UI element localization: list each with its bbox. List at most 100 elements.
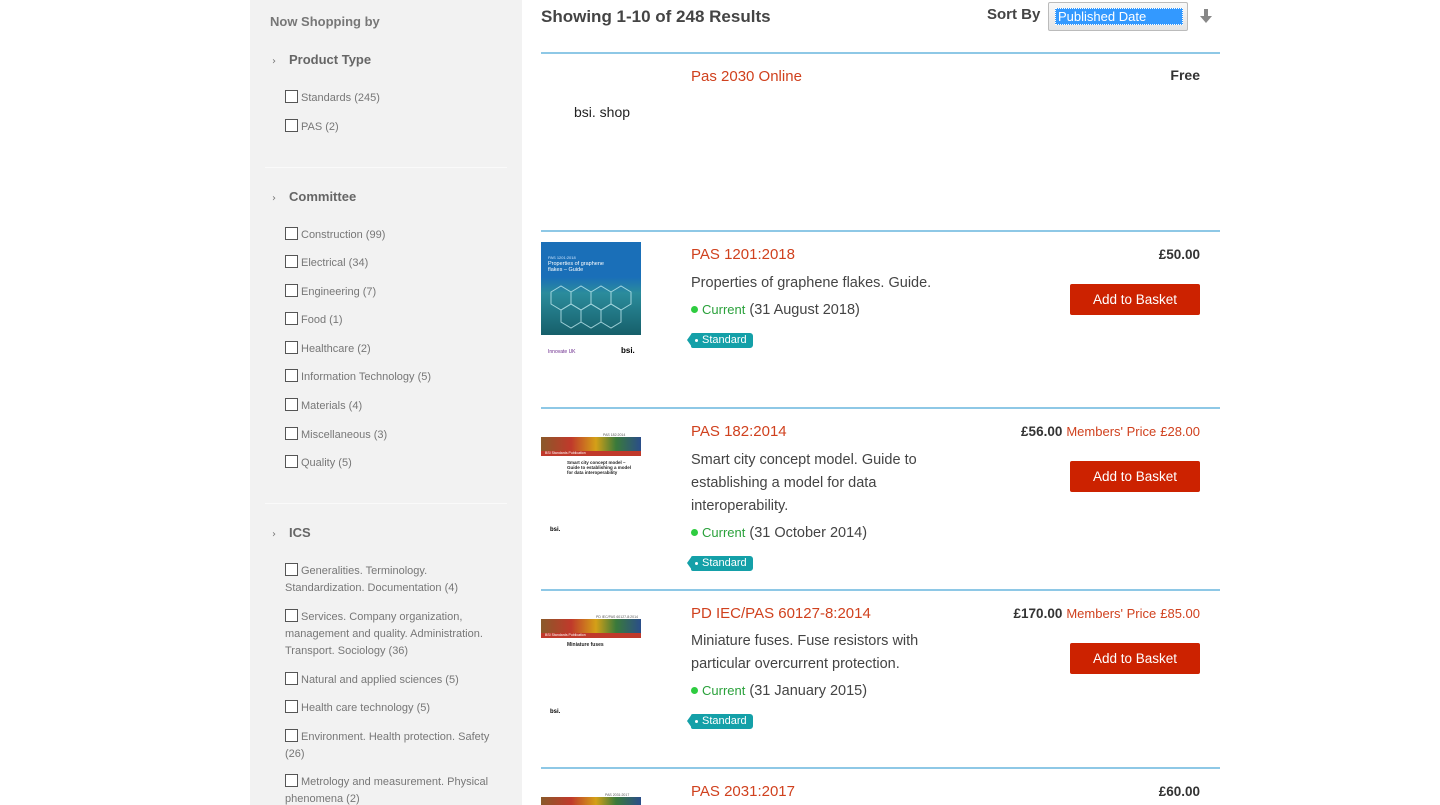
checkbox[interactable] bbox=[285, 774, 298, 787]
graphene-graphic bbox=[550, 285, 632, 329]
product-title-link[interactable]: Pas 2030 Online bbox=[691, 68, 802, 85]
status-date: (31 October 2014) bbox=[749, 525, 868, 541]
facet-ics[interactable]: › ICS bbox=[265, 525, 507, 545]
filter-option[interactable]: Standards (245) bbox=[285, 90, 500, 107]
filter-option-label: Electrical (34) bbox=[301, 257, 369, 269]
product-thumbnail[interactable]: bsi. shop bbox=[574, 104, 674, 124]
checkbox[interactable] bbox=[285, 700, 298, 713]
product-type-tag: Standard bbox=[687, 556, 753, 571]
product-thumbnail[interactable]: PAS 1201:2018 Properties of graphene fla… bbox=[541, 242, 641, 362]
checkbox[interactable] bbox=[285, 729, 298, 742]
bsi-logo: bsi. bbox=[550, 709, 561, 715]
product-title-link[interactable]: PD IEC/PAS 60127-8:2014 bbox=[691, 605, 871, 622]
divider bbox=[265, 503, 507, 504]
price-value: £60.00 bbox=[1158, 784, 1200, 799]
product-title-link[interactable]: PAS 182:2014 bbox=[691, 423, 787, 440]
price-value: £170.00 bbox=[1013, 606, 1063, 621]
filter-option-label: Quality (5) bbox=[301, 457, 352, 469]
checkbox[interactable] bbox=[285, 119, 298, 132]
filter-option[interactable]: Food (1) bbox=[285, 312, 500, 329]
add-to-basket-button[interactable]: Add to Basket bbox=[1070, 284, 1200, 315]
checkbox[interactable] bbox=[285, 427, 298, 440]
status-label: Current bbox=[702, 302, 746, 317]
sort-direction-icon[interactable] bbox=[1199, 8, 1213, 24]
filter-option-label: Food (1) bbox=[301, 314, 343, 326]
product-description: Smart city concept model. Guide to estab… bbox=[691, 452, 917, 514]
checkbox[interactable] bbox=[285, 227, 298, 240]
product-title-link[interactable]: PAS 2031:2017 bbox=[691, 783, 795, 800]
cover-image-band bbox=[541, 797, 641, 805]
checkbox[interactable] bbox=[285, 563, 298, 576]
product-status: Current (31 October 2014) bbox=[691, 525, 867, 541]
facet-committee[interactable]: › Committee bbox=[265, 189, 507, 209]
filter-option-label: Standards (245) bbox=[301, 92, 380, 104]
members-price-value: £85.00 bbox=[1160, 606, 1200, 621]
bsi-logo: bsi. bbox=[621, 346, 635, 355]
add-to-basket-button[interactable]: Add to Basket bbox=[1070, 461, 1200, 492]
chevron-right-icon: › bbox=[272, 56, 276, 67]
product-type-tag: Standard bbox=[687, 714, 753, 729]
filter-option[interactable]: Quality (5) bbox=[285, 455, 500, 472]
product-title-link[interactable]: PAS 1201:2018 bbox=[691, 246, 795, 263]
checkbox[interactable] bbox=[285, 284, 298, 297]
product-price: Free bbox=[1170, 67, 1200, 83]
facet-header[interactable]: › ICS bbox=[265, 525, 507, 545]
divider bbox=[265, 167, 507, 168]
product-thumbnail[interactable]: PD IEC/PAS 60127-8:2014 BSI Standards Pu… bbox=[541, 601, 641, 721]
product-price: £170.00 Members' Price £85.00 bbox=[1014, 606, 1200, 621]
checkbox[interactable] bbox=[285, 312, 298, 325]
cover-footer-left: Innovate UK bbox=[548, 349, 576, 355]
filter-option-label: Metrology and measurement. Physical phen… bbox=[285, 776, 489, 805]
dropdown-arrow bbox=[1155, 3, 1187, 30]
add-to-basket-button[interactable]: Add to Basket bbox=[1070, 643, 1200, 674]
result-row: PD IEC/PAS 60127-8:2014 BSI Standards Pu… bbox=[541, 589, 1220, 767]
facet-header[interactable]: › Product Type bbox=[265, 52, 507, 72]
status-dot bbox=[691, 687, 698, 694]
filter-option-label: Generalities. Terminology. Standardizati… bbox=[285, 565, 459, 594]
facet-product-type[interactable]: › Product Type bbox=[265, 52, 507, 72]
filter-option[interactable]: Environment. Health protection. Safety (… bbox=[285, 729, 500, 763]
sidebar-heading: Now Shopping by bbox=[270, 14, 380, 29]
checkbox[interactable] bbox=[285, 455, 298, 468]
product-thumbnail[interactable]: PAS 2031:2017 bbox=[541, 779, 641, 805]
members-price-label: Members' Price bbox=[1066, 606, 1157, 621]
filter-option[interactable]: Construction (99) bbox=[285, 227, 500, 244]
filter-option[interactable]: Information Technology (5) bbox=[285, 369, 500, 386]
facet-header[interactable]: › Committee bbox=[265, 189, 507, 209]
filter-sidebar: Now Shopping by › Product Type Standards… bbox=[250, 0, 522, 805]
filter-option[interactable]: Health care technology (5) bbox=[285, 700, 500, 717]
filter-option[interactable]: Engineering (7) bbox=[285, 284, 500, 301]
status-date: (31 August 2018) bbox=[749, 302, 860, 318]
checkbox[interactable] bbox=[285, 255, 298, 268]
filter-option[interactable]: PAS (2) bbox=[285, 119, 500, 136]
filter-option[interactable]: Natural and applied sciences (5) bbox=[285, 672, 500, 689]
status-dot bbox=[691, 529, 698, 536]
filter-option[interactable]: Materials (4) bbox=[285, 398, 500, 415]
filter-option[interactable]: Electrical (34) bbox=[285, 255, 500, 272]
checkbox[interactable] bbox=[285, 341, 298, 354]
filter-option[interactable]: Services. Company organization, manageme… bbox=[285, 609, 500, 660]
checkbox[interactable] bbox=[285, 398, 298, 411]
facet-title: Product Type bbox=[289, 52, 372, 67]
checkbox[interactable] bbox=[285, 90, 298, 103]
product-description: Properties of graphene flakes. Guide. bbox=[691, 275, 932, 291]
filter-option[interactable]: Healthcare (2) bbox=[285, 341, 500, 358]
filter-option[interactable]: Miscellaneous (3) bbox=[285, 427, 500, 444]
sort-select[interactable]: Published Date bbox=[1048, 2, 1188, 31]
checkbox[interactable] bbox=[285, 369, 298, 382]
filter-option-label: Miscellaneous (3) bbox=[301, 429, 388, 441]
filter-option[interactable]: Metrology and measurement. Physical phen… bbox=[285, 774, 500, 805]
product-price: £56.00 Members' Price £28.00 bbox=[1021, 424, 1200, 439]
checkbox[interactable] bbox=[285, 609, 298, 622]
price-value: £50.00 bbox=[1158, 247, 1200, 262]
cover-image-band bbox=[541, 619, 641, 633]
filter-option-label: Services. Company organization, manageme… bbox=[285, 611, 483, 657]
result-row: bsi. shop Pas 2030 Online Free bbox=[541, 52, 1220, 230]
result-row: PAS 2031:2017 PAS 2031:2017 £60.00 bbox=[541, 767, 1220, 805]
chevron-right-icon: › bbox=[272, 193, 276, 204]
checkbox[interactable] bbox=[285, 672, 298, 685]
product-thumbnail[interactable]: PAS 182:2014 BSI Standards Publication S… bbox=[541, 419, 641, 539]
cover-band-label: BSI Standards Publication bbox=[541, 451, 641, 456]
product-price: £60.00 bbox=[1159, 784, 1200, 799]
filter-option[interactable]: Generalities. Terminology. Standardizati… bbox=[285, 563, 500, 597]
